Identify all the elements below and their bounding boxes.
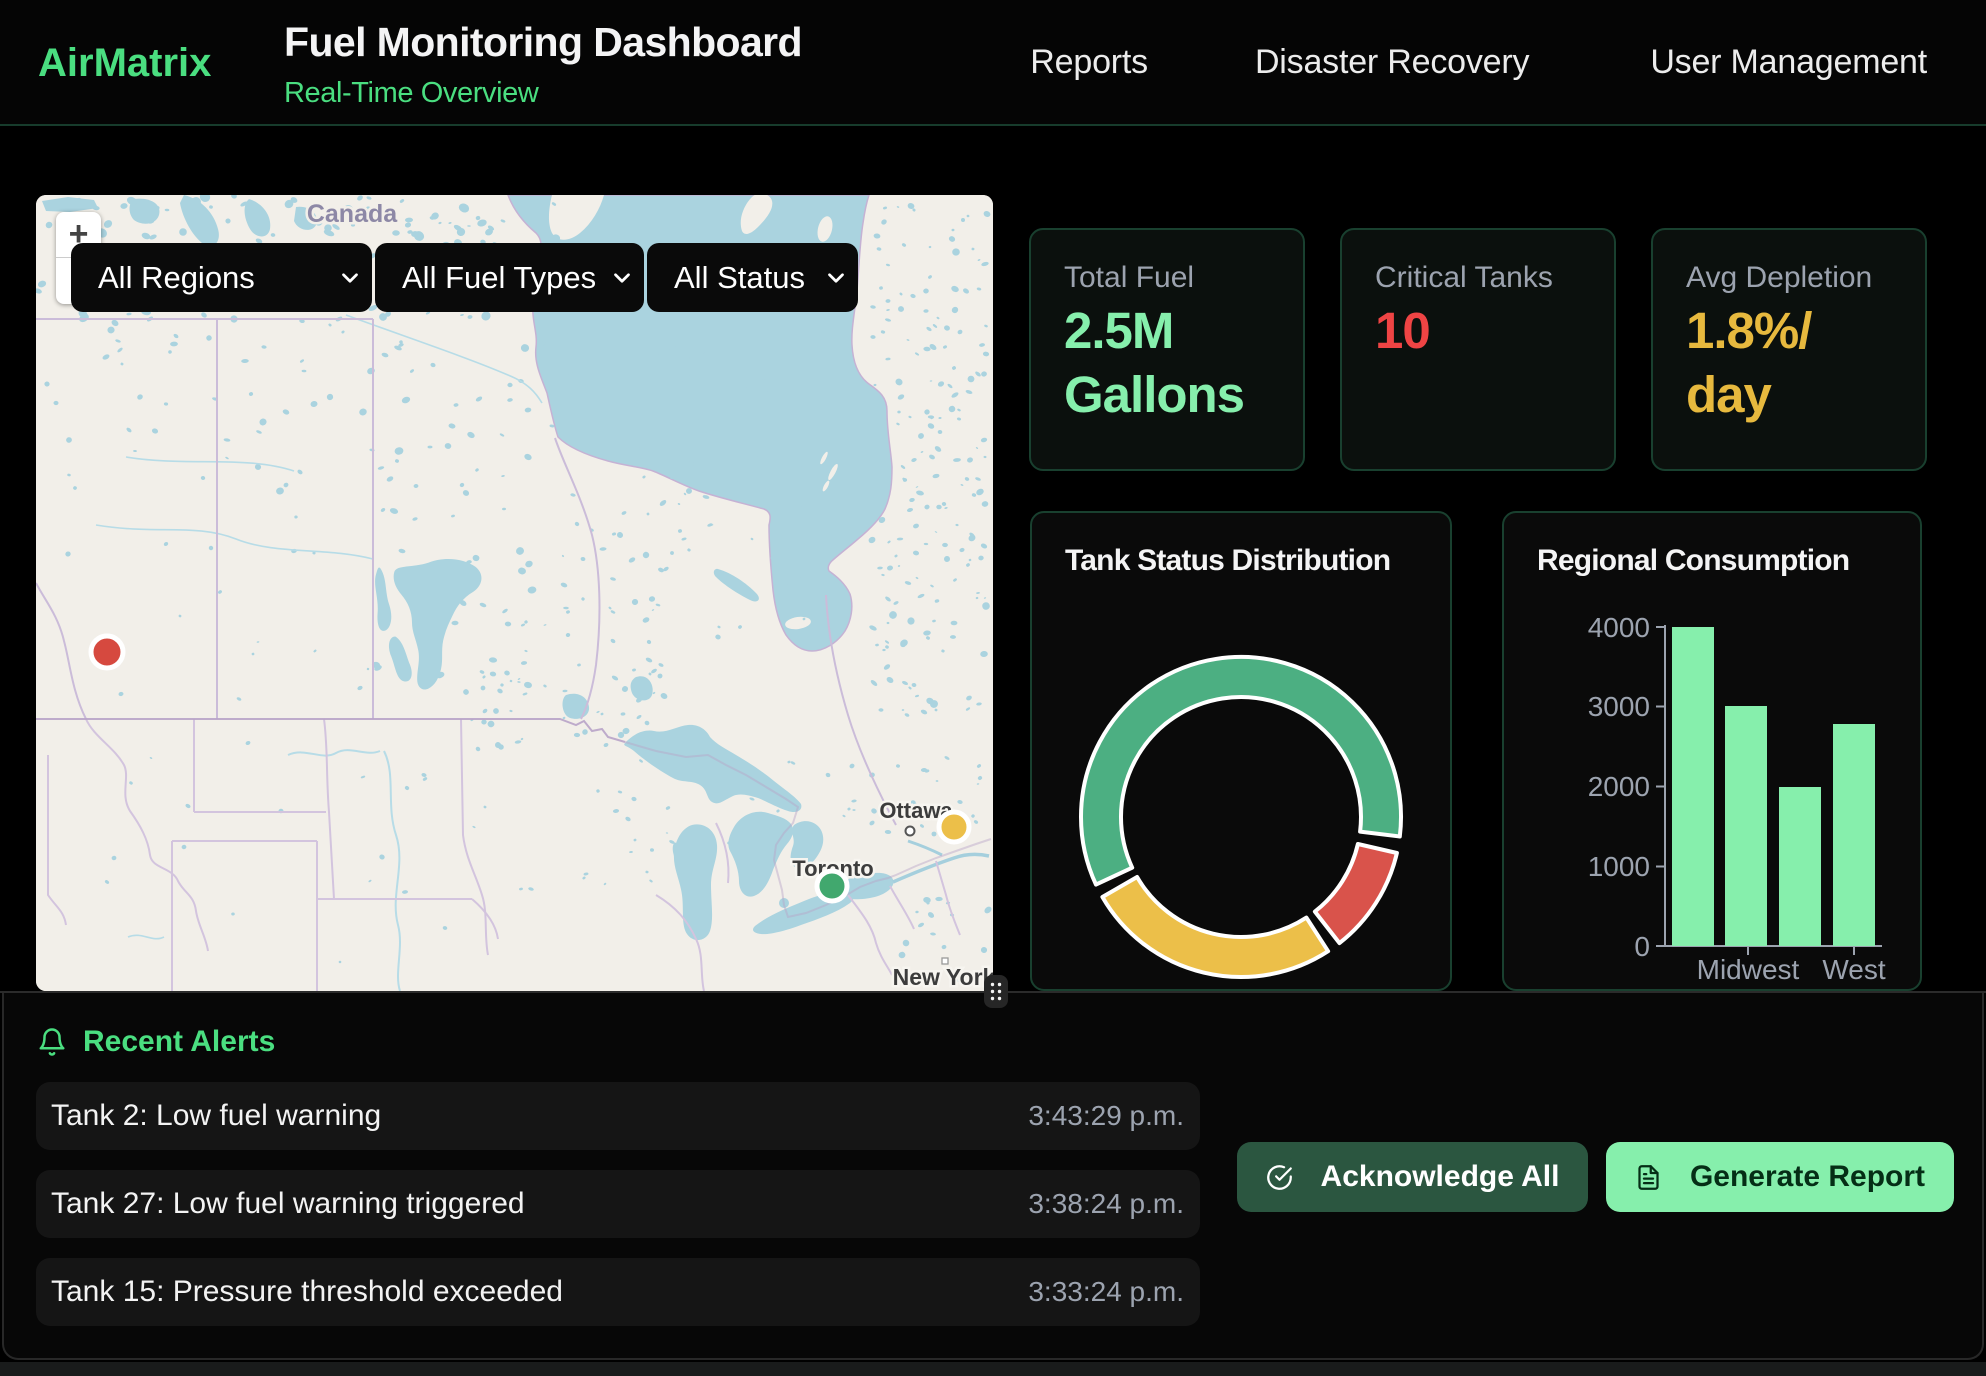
svg-text:Canada: Canada bbox=[307, 200, 398, 228]
svg-text:New York: New York bbox=[893, 964, 993, 990]
svg-text:1000: 1000 bbox=[1588, 851, 1650, 882]
svg-text:3000: 3000 bbox=[1588, 691, 1650, 722]
svg-text:4000: 4000 bbox=[1588, 612, 1650, 643]
svg-text:Midwest: Midwest bbox=[1697, 954, 1800, 985]
svg-text:West: West bbox=[1822, 954, 1885, 985]
svg-text:2000: 2000 bbox=[1588, 771, 1650, 802]
svg-text:0: 0 bbox=[1634, 931, 1650, 962]
